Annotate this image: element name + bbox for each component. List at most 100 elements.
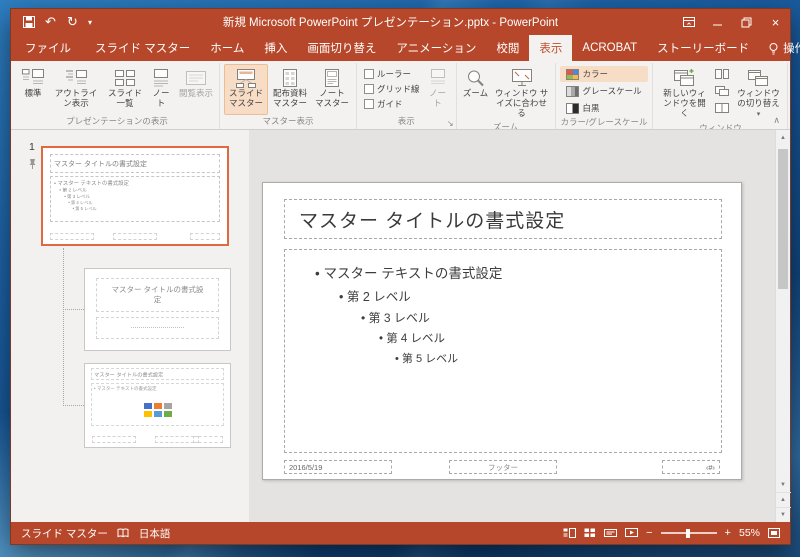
- tab-slide-master[interactable]: スライド マスター: [85, 35, 200, 61]
- slide-editor-canvas[interactable]: マスター タイトルの書式設定 マスター テキストの書式設定 第 2 レベル 第 …: [249, 130, 775, 522]
- zoom-out-button[interactable]: −: [646, 527, 652, 539]
- cascade-windows-icon[interactable]: [712, 83, 732, 99]
- notes-page-button[interactable]: ノート: [147, 64, 175, 115]
- zoom-in-button[interactable]: +: [725, 527, 731, 539]
- save-icon[interactable]: [18, 11, 39, 33]
- body-placeholder[interactable]: マスター テキストの書式設定 第 2 レベル 第 3 レベル 第 4 レベル 第…: [284, 249, 722, 453]
- chart-icon: [153, 403, 162, 409]
- switch-windows-button[interactable]: ウィンドウの切り替え ▾: [733, 64, 783, 122]
- show-dialog-launcher-icon[interactable]: ↘: [447, 119, 454, 128]
- outline-view-icon: [64, 67, 88, 88]
- color-button[interactable]: カラー: [559, 66, 648, 82]
- video-icon: [163, 411, 172, 417]
- tab-home[interactable]: ホーム: [200, 35, 254, 61]
- scroll-down-icon[interactable]: ▼: [776, 477, 791, 492]
- slide-master-slide[interactable]: マスター タイトルの書式設定 マスター テキストの書式設定 第 2 レベル 第 …: [262, 182, 742, 480]
- powerpoint-window: ↶ ↻ ▾ 新規 Microsoft PowerPoint プレゼンテーション.…: [10, 8, 800, 545]
- notes-page-icon: [149, 67, 173, 88]
- undo-icon[interactable]: ↶: [40, 11, 61, 33]
- gridlines-checkbox[interactable]: グリッド線: [364, 83, 420, 95]
- guides-checkbox[interactable]: ガイド: [364, 98, 420, 110]
- fit-to-window-icon: [510, 67, 534, 88]
- collapse-ribbon-icon[interactable]: ∧: [773, 115, 780, 126]
- slide-sorter-button[interactable]: スライド一覧: [105, 64, 145, 115]
- close-button[interactable]: ×: [761, 9, 790, 35]
- status-view-label: スライド マスター: [21, 527, 108, 540]
- slideshow-shortcut-icon[interactable]: [625, 528, 639, 538]
- tab-acrobat[interactable]: ACROBAT: [572, 35, 647, 61]
- reading-view-shortcut-icon[interactable]: [604, 528, 618, 538]
- tab-insert[interactable]: 挿入: [254, 35, 297, 61]
- minimize-button[interactable]: [703, 9, 732, 35]
- normal-view-button[interactable]: 標準: [19, 64, 47, 115]
- slide-master-icon: [234, 67, 258, 88]
- date-placeholder[interactable]: 2016/5/19: [284, 460, 392, 474]
- language-label[interactable]: 日本語: [139, 526, 171, 541]
- content-layout-thumbnail[interactable]: マスター タイトルの書式設定 マスター テキストの書式設定: [84, 363, 231, 448]
- normal-view-shortcut-icon[interactable]: [563, 528, 577, 538]
- slide-title-text: マスター タイトルの書式設定: [299, 210, 566, 232]
- scrollbar-thumb[interactable]: [778, 149, 788, 289]
- tab-view[interactable]: 表示: [529, 35, 573, 61]
- tab-storyboard[interactable]: ストーリーボード: [647, 35, 759, 61]
- thumb-body-placeholder: マスター テキストの書式設定: [91, 383, 224, 426]
- slide-thumbnail-panel: 1 マスター タイトルの書式設定 マスター テキストの書式設定 第 2 レベル …: [11, 130, 249, 522]
- ribbon-display-options-icon[interactable]: [674, 9, 703, 35]
- new-window-icon: [672, 67, 696, 88]
- tab-review[interactable]: 校閲: [486, 35, 529, 61]
- thumb-title-placeholder: マスター タイトルの書式設定: [50, 154, 220, 173]
- maximize-button[interactable]: [732, 9, 761, 35]
- split-window-icon[interactable]: [712, 100, 732, 116]
- group-label: ズーム: [492, 121, 519, 130]
- group-label: カラー/グレースケール: [560, 117, 648, 127]
- bullet-level-5: 第 5 レベル: [395, 350, 709, 366]
- grayscale-button[interactable]: グレースケール: [560, 83, 648, 99]
- title-layout-thumbnail[interactable]: マスター タイトルの書式設定: [84, 268, 231, 351]
- zoom-percentage[interactable]: 55%: [739, 527, 760, 539]
- zoom-button[interactable]: ズーム: [461, 64, 491, 121]
- fit-to-window-button[interactable]: ウィンドウ サイズに合わせる: [493, 64, 551, 121]
- handout-master-button[interactable]: 配布資料マスター: [270, 64, 310, 115]
- qat-customize-icon[interactable]: ▾: [84, 11, 96, 33]
- notes-master-button[interactable]: ノート マスター: [312, 64, 352, 115]
- master-number-label: 1: [29, 141, 35, 153]
- ruler-checkbox[interactable]: ルーラー: [364, 68, 420, 80]
- black-white-button[interactable]: 白黒: [560, 100, 648, 116]
- bullet-level-4: 第 4 レベル: [379, 330, 709, 346]
- redo-icon[interactable]: ↻: [62, 11, 83, 33]
- group-window: 新しいウィンドウを開く ウィンドウの切り替え ▾ ウィンドウ: [653, 63, 789, 129]
- thumb-number-placeholder: [190, 233, 220, 240]
- footer-placeholder[interactable]: フッター: [449, 460, 557, 474]
- normal-view-icon: [21, 67, 45, 88]
- new-window-button[interactable]: 新しいウィンドウを開く: [657, 64, 711, 122]
- master-slide-thumbnail[interactable]: マスター タイトルの書式設定 マスター テキストの書式設定 第 2 レベル 第 …: [41, 146, 229, 246]
- arrange-all-icon[interactable]: [712, 66, 732, 82]
- slide-number-placeholder[interactable]: ‹#›: [662, 460, 720, 474]
- color-icon: [565, 68, 579, 80]
- outline-view-button[interactable]: アウトライン表示: [49, 64, 103, 115]
- pin-icon: [28, 157, 37, 175]
- tell-me-label: 操作アシスト: [783, 43, 800, 55]
- bullet-level-3: 第 3 レベル: [361, 309, 709, 326]
- tell-me-box[interactable]: 操作アシスト: [759, 35, 800, 61]
- scrollbar-track[interactable]: [776, 145, 790, 477]
- title-placeholder[interactable]: マスター タイトルの書式設定: [284, 199, 722, 239]
- slide-master-button[interactable]: スライド マスター: [224, 64, 268, 115]
- tab-animations[interactable]: アニメーション: [386, 35, 486, 61]
- tab-file[interactable]: ファイル: [11, 35, 85, 61]
- previous-slide-button[interactable]: ▲: [775, 492, 791, 507]
- workspace: 1 マスター タイトルの書式設定 マスター テキストの書式設定 第 2 レベル …: [11, 130, 791, 522]
- tab-transitions[interactable]: 画面切り替え: [297, 35, 386, 61]
- fit-slide-to-window-icon[interactable]: [768, 528, 780, 538]
- checkbox-icon: [364, 99, 374, 109]
- group-master-views: スライド マスター 配布資料マスター ノート マスター マスター表示: [220, 63, 357, 129]
- window-arrange-buttons: [712, 64, 732, 122]
- vertical-scrollbar[interactable]: ▲ ▼ ▲ ▼: [775, 130, 791, 522]
- proofing-icon[interactable]: [117, 528, 130, 538]
- zoom-slider[interactable]: [660, 528, 717, 539]
- slide-sorter-shortcut-icon[interactable]: [584, 528, 596, 538]
- thumbnail-tree-branch: [63, 309, 84, 310]
- next-slide-button[interactable]: ▼: [775, 507, 791, 522]
- scroll-up-icon[interactable]: ▲: [776, 130, 791, 145]
- zoom-slider-thumb[interactable]: [685, 528, 690, 538]
